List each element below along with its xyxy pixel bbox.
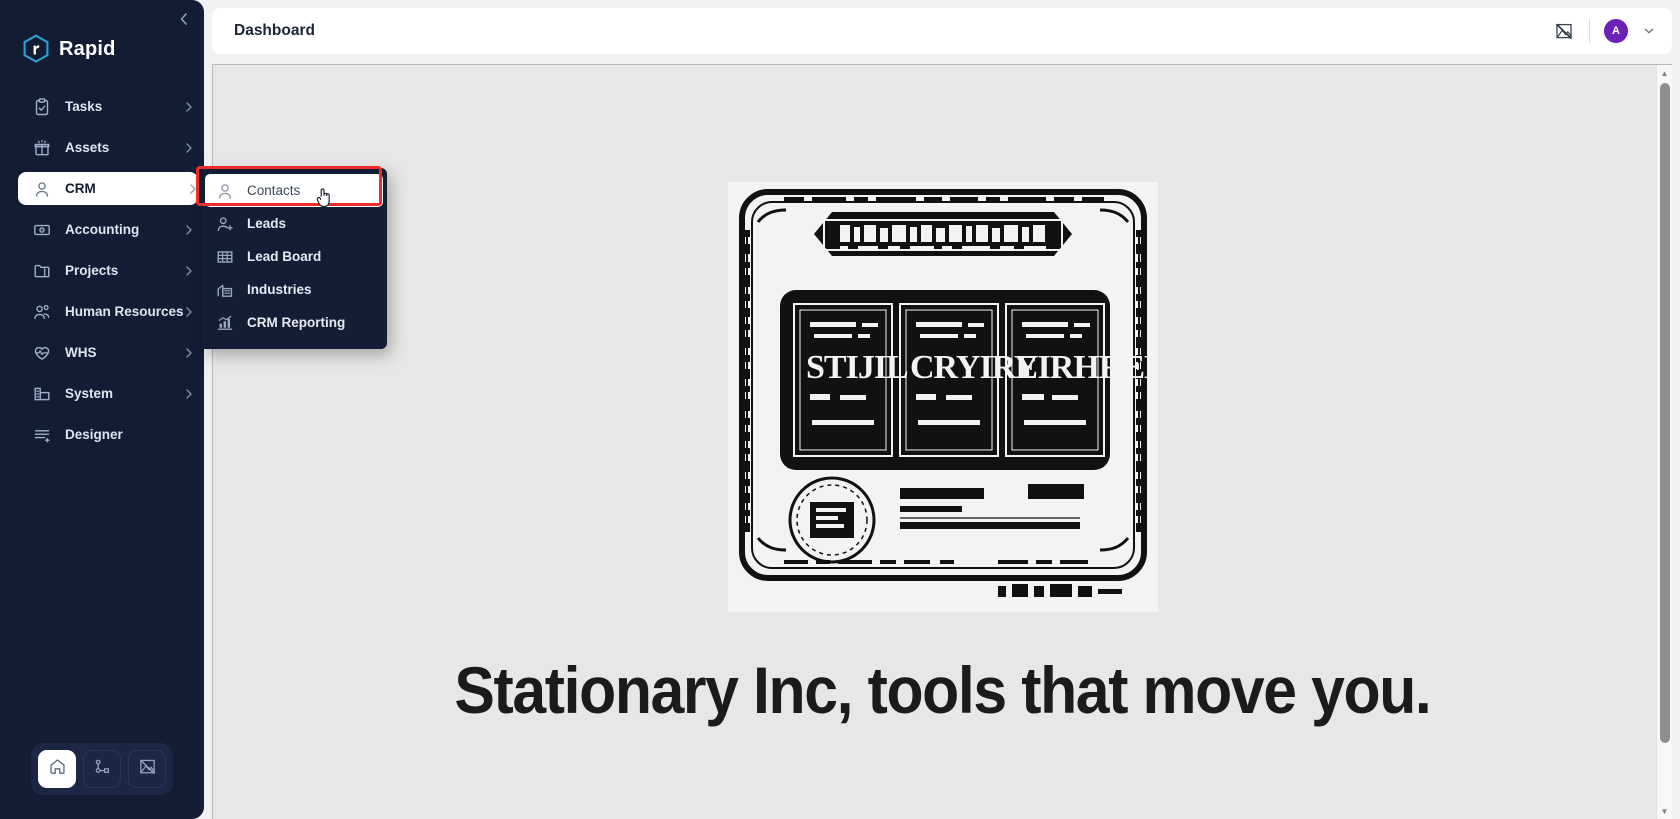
- sidebar-item-crm[interactable]: CRM: [18, 172, 198, 205]
- chevron-right-icon: [182, 387, 196, 401]
- app-root: Rapid Tasks Assets CRM Accounting Projec…: [0, 0, 1680, 819]
- sidebar-item-label: System: [65, 386, 114, 401]
- chevron-right-icon: [182, 100, 196, 114]
- submenu-item-leads[interactable]: Leads: [201, 207, 387, 240]
- bar-chart-icon: [215, 313, 235, 333]
- workflow-node-icon: [93, 757, 112, 781]
- sidebar-item-label: WHS: [65, 345, 97, 360]
- sidebar-item-label: Projects: [65, 263, 119, 278]
- submenu-item-crm-reporting[interactable]: CRM Reporting: [201, 306, 387, 339]
- sidebar-item-assets[interactable]: Assets: [18, 131, 194, 164]
- dashboard-content: STIJIL CRYIRE YIRHREL Stationary Inc, to…: [212, 64, 1672, 819]
- clipboard-check-icon: [32, 97, 52, 117]
- submenu-item-label: Leads: [247, 216, 287, 231]
- home-icon: [48, 757, 67, 781]
- sidebar-item-label: Assets: [65, 140, 110, 155]
- dock-broken-image-button[interactable]: [128, 750, 166, 788]
- scroll-up-arrow-icon[interactable]: ▲: [1657, 65, 1673, 81]
- sidebar-item-whs[interactable]: WHS: [18, 336, 194, 369]
- scrollbar-thumb[interactable]: [1659, 83, 1670, 743]
- chevron-right-icon: [186, 182, 200, 196]
- sidebar-item-projects[interactable]: Projects: [18, 254, 194, 287]
- chevron-right-icon: [182, 264, 196, 278]
- content-scrollbar[interactable]: ▲ ▼: [1656, 65, 1672, 819]
- page-title: Dashboard: [234, 22, 315, 39]
- board-grid-icon: [215, 247, 235, 267]
- chevron-right-icon: [182, 223, 196, 237]
- crm-submenu: Contacts Leads Lead Board Industries CRM…: [201, 168, 387, 349]
- submenu-item-lead-board[interactable]: Lead Board: [201, 240, 387, 273]
- brand-name: Rapid: [59, 37, 116, 60]
- sidebar-nav: Tasks Assets CRM Accounting Projects Hum…: [0, 90, 204, 451]
- list-plus-icon: [32, 425, 52, 445]
- broken-image-icon: [138, 757, 157, 781]
- submenu-item-label: Contacts: [247, 183, 301, 198]
- submenu-item-label: Lead Board: [247, 249, 322, 264]
- chevron-right-icon: [182, 305, 196, 319]
- submenu-item-label: CRM Reporting: [247, 315, 346, 330]
- hero-headline: Stationary Inc, tools that move you.: [454, 653, 1431, 727]
- sidebar-item-accounting[interactable]: Accounting: [18, 213, 194, 246]
- sidebar-item-label: Designer: [65, 427, 123, 442]
- dock-home-button[interactable]: [38, 750, 76, 788]
- sidebar-item-label: CRM: [65, 181, 96, 196]
- sidebar-item-designer[interactable]: Designer: [18, 418, 194, 451]
- scroll-down-arrow-icon[interactable]: ▼: [1657, 803, 1673, 819]
- svg-text:STIJIL: STIJIL: [806, 349, 908, 386]
- sidebar-item-label: Tasks: [65, 99, 103, 114]
- submenu-item-industries[interactable]: Industries: [201, 273, 387, 306]
- topbar-divider: [1589, 19, 1590, 43]
- sidebar-collapse-button[interactable]: [172, 8, 194, 30]
- sidebar-item-human-resources[interactable]: Human Resources: [18, 295, 194, 328]
- topbar: Dashboard A: [212, 8, 1672, 54]
- avatar[interactable]: A: [1604, 19, 1628, 43]
- pointer-hand-cursor: [316, 186, 334, 215]
- chevron-left-icon: [180, 13, 187, 25]
- folder-icon: [32, 261, 52, 281]
- sidebar: Rapid Tasks Assets CRM Accounting Projec…: [0, 0, 204, 819]
- sidebar-item-tasks[interactable]: Tasks: [18, 90, 194, 123]
- heart-pulse-icon: [32, 343, 52, 363]
- hexagon-r-logo-icon: [23, 34, 49, 63]
- dock-workflow-button[interactable]: [83, 750, 121, 788]
- sidebar-dock: [0, 743, 204, 819]
- sidebar-item-system[interactable]: System: [18, 377, 194, 410]
- building-icon: [32, 384, 52, 404]
- svg-text:YIRHREL: YIRHREL: [1014, 349, 1158, 386]
- submenu-item-label: Industries: [247, 282, 312, 297]
- submenu-item-contacts[interactable]: Contacts: [205, 174, 383, 207]
- topbar-actions: A: [1553, 19, 1656, 43]
- person-icon: [32, 179, 52, 199]
- asset-box-icon: [32, 138, 52, 158]
- sidebar-item-label: Accounting: [65, 222, 140, 237]
- person-plus-icon: [215, 214, 235, 234]
- factory-icon: [215, 280, 235, 300]
- poster-container: STIJIL CRYIRE YIRHREL: [727, 182, 1158, 612]
- broken-image-icon[interactable]: [1553, 20, 1575, 42]
- person-icon: [215, 181, 235, 201]
- main-area: Dashboard A STIJIL CRYIRE YIRHREL Statio…: [204, 0, 1680, 819]
- chevron-right-icon: [182, 141, 196, 155]
- stationery-poster-image: STIJIL CRYIRE YIRHREL: [727, 182, 1158, 612]
- sidebar-item-label: Human Resources: [65, 304, 184, 319]
- scrollbar-track[interactable]: [1657, 81, 1673, 803]
- chevron-down-icon[interactable]: [1642, 24, 1656, 38]
- people-icon: [32, 302, 52, 322]
- banknote-icon: [32, 220, 52, 240]
- chevron-right-icon: [182, 346, 196, 360]
